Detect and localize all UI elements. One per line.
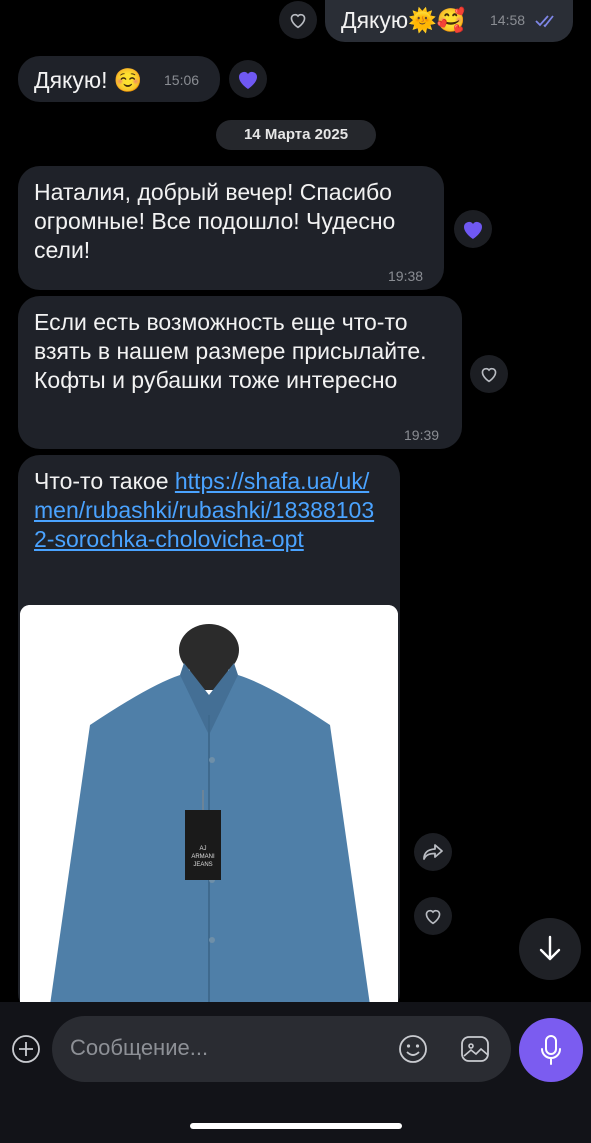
sticker-icon bbox=[461, 1036, 489, 1062]
forward-button[interactable] bbox=[414, 833, 452, 871]
heart-outline-icon bbox=[290, 13, 306, 29]
message-text: Если есть возможность еще что-то взять в… bbox=[34, 309, 427, 393]
reaction-button[interactable] bbox=[470, 355, 508, 393]
shirt-photo[interactable]: AJ ARMANI JEANS bbox=[20, 605, 398, 1005]
heart-outline-icon bbox=[425, 909, 441, 925]
message-text: Дякую🌞🥰 bbox=[341, 7, 466, 33]
message-bubble-incoming[interactable]: Дякую! ☺️ 15:06 bbox=[18, 56, 220, 102]
message-bubble-outgoing[interactable]: Дякую🌞🥰 14:58 bbox=[325, 0, 573, 42]
home-indicator bbox=[190, 1123, 402, 1129]
scroll-down-button[interactable] bbox=[519, 918, 581, 980]
attach-button[interactable] bbox=[11, 1034, 41, 1064]
tag-brand-text: AJ ARMANI JEANS bbox=[191, 846, 215, 868]
message-bubble-incoming[interactable]: Если есть возможность еще что-то взять в… bbox=[18, 296, 462, 449]
arrow-down-icon bbox=[539, 935, 561, 961]
message-time: 19:38 bbox=[388, 268, 424, 284]
emoji-button[interactable] bbox=[398, 1034, 428, 1064]
plus-circle-icon bbox=[12, 1035, 40, 1063]
message-time: 19:39 bbox=[404, 427, 440, 443]
message-text: Что-то такое https://shafa.ua/uk/men/rub… bbox=[34, 467, 384, 554]
message-input-placeholder: Сообщение... bbox=[70, 1035, 209, 1060]
smiley-icon bbox=[399, 1035, 427, 1063]
forward-icon bbox=[423, 844, 443, 860]
message-time: 14:58 bbox=[490, 12, 526, 28]
heart-filled-icon bbox=[464, 222, 482, 239]
sticker-button[interactable] bbox=[460, 1034, 490, 1064]
message-time: 15:06 bbox=[164, 72, 200, 88]
message-text: Наталия, добрый вечер! Спасибо огромные!… bbox=[34, 179, 396, 263]
voice-record-button[interactable] bbox=[519, 1018, 583, 1082]
date-separator: 14 Марта 2025 bbox=[216, 120, 376, 150]
shirt-image bbox=[20, 605, 398, 1005]
reaction-heart[interactable] bbox=[454, 210, 492, 248]
message-text: Дякую! ☺️ bbox=[34, 67, 143, 93]
message-prefix: Что-то такое bbox=[34, 468, 175, 494]
reaction-button[interactable] bbox=[414, 897, 452, 935]
read-checkmarks-icon bbox=[535, 15, 554, 28]
heart-filled-icon bbox=[239, 72, 257, 89]
message-bubble-incoming[interactable]: Наталия, добрый вечер! Спасибо огромные!… bbox=[18, 166, 444, 290]
microphone-icon bbox=[541, 1035, 561, 1065]
reaction-button[interactable] bbox=[279, 1, 317, 39]
heart-outline-icon bbox=[481, 367, 497, 383]
reaction-heart[interactable] bbox=[229, 60, 267, 98]
